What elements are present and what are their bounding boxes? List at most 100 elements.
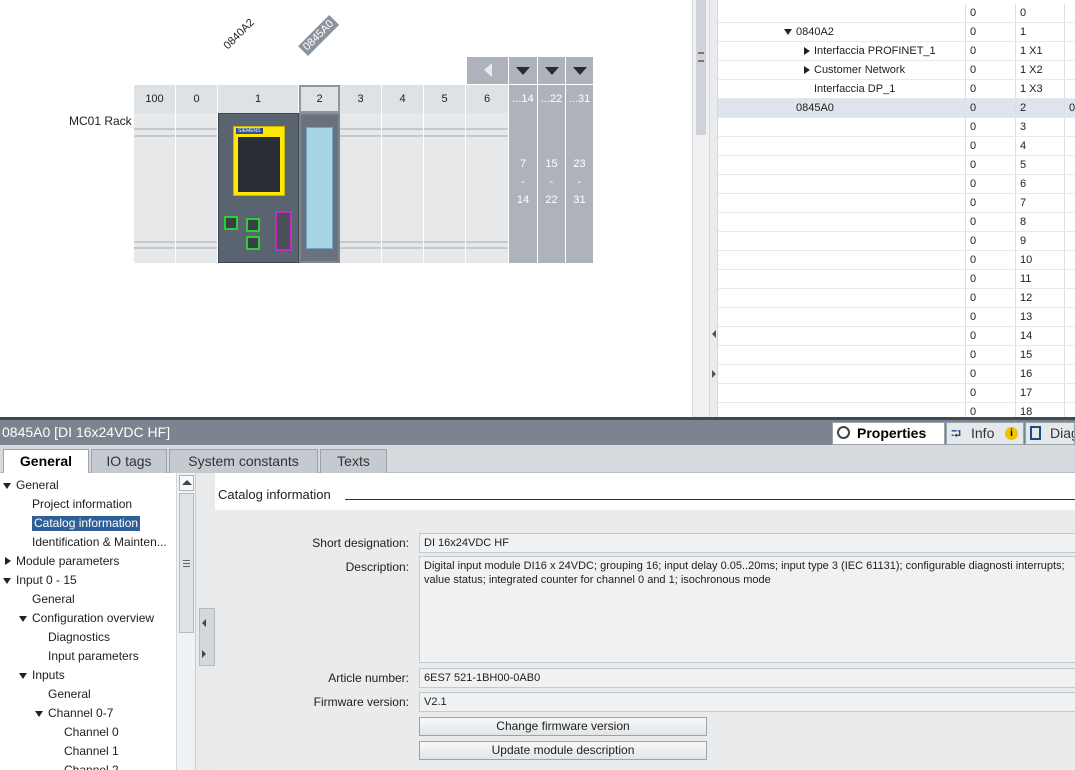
overview-row[interactable]: 0 18 (718, 403, 1075, 417)
overview-row[interactable]: 0 17 (718, 384, 1075, 403)
tree-item[interactable]: Inputs (32, 666, 65, 685)
scrollbar-thumb[interactable] (696, 0, 706, 135)
magnifier-icon (837, 426, 850, 439)
tree-item[interactable]: General (32, 590, 75, 609)
caret-down-icon[interactable] (19, 673, 27, 679)
tree-item[interactable]: Diagnostics (48, 628, 110, 647)
tree-item[interactable]: Input 0 - 15 (16, 571, 77, 590)
overview-row[interactable]: Interfaccia PROFINET_1 0 1 X1 (718, 42, 1075, 61)
panel-divider[interactable] (195, 473, 215, 770)
expand-right-icon[interactable] (712, 370, 716, 378)
vertical-splitter[interactable] (692, 0, 710, 417)
slot-group-23-31[interactable]: 23-31 (566, 113, 594, 263)
caret-right-icon[interactable] (804, 47, 810, 55)
overview-row[interactable]: Interfaccia DP_1 0 1 X3 (718, 80, 1075, 99)
overview-row[interactable]: Customer Network 0 1 X2 (718, 61, 1075, 80)
overview-row[interactable]: 0845A0 0 2 0 (718, 99, 1075, 118)
slot-header-4[interactable]: 4 (382, 85, 424, 113)
overview-row[interactable]: 0840A2 0 1 (718, 23, 1075, 42)
tree-item[interactable]: Channel 0 (64, 723, 119, 742)
slot-header-1[interactable]: 1 (218, 85, 299, 113)
overview-row[interactable]: 0 14 (718, 327, 1075, 346)
expand-slot-7-14[interactable] (509, 57, 538, 84)
caret-down-icon[interactable] (3, 483, 11, 489)
slot-header-group-2[interactable]: ...22 (538, 85, 566, 113)
caret-down-icon[interactable] (784, 29, 792, 35)
rack-slot-5[interactable] (424, 113, 466, 263)
tree-scrollbar[interactable] (176, 473, 195, 770)
overview-row[interactable]: 09 (718, 232, 1075, 251)
slot-header-100[interactable]: 100 (134, 85, 176, 113)
tree-item[interactable]: General (16, 476, 59, 495)
slot-group-15-22[interactable]: 15-22 (538, 113, 566, 263)
firmware-version-field[interactable]: V2.1 (419, 692, 1075, 712)
tab-io-tags[interactable]: IO tags (91, 449, 167, 473)
overview-row[interactable]: 0 13 (718, 308, 1075, 327)
overview-row[interactable]: 0 12 (718, 289, 1075, 308)
rack-slot-3[interactable] (340, 113, 382, 263)
overview-row[interactable]: 03 (718, 118, 1075, 137)
update-module-description-button[interactable]: Update module description (419, 741, 707, 760)
module-label-cpu[interactable]: 0840A2 (222, 17, 257, 52)
overview-row[interactable]: 04 (718, 137, 1075, 156)
overview-row[interactable]: 0 11 (718, 270, 1075, 289)
change-firmware-button[interactable]: Change firmware version (419, 717, 707, 736)
collapse-left-icon[interactable] (712, 330, 716, 338)
tree-item[interactable]: Channel 1 (64, 742, 119, 761)
tree-item[interactable]: Input parameters (48, 647, 139, 666)
tree-item[interactable]: Catalog information (32, 516, 141, 531)
tree-item[interactable]: Project information (32, 495, 132, 514)
scroll-left-arrow[interactable] (467, 57, 509, 84)
caret-down-icon[interactable] (35, 711, 43, 717)
tab-texts[interactable]: Texts (320, 449, 387, 473)
tree-item[interactable]: Channel 2 (64, 761, 119, 770)
rack-slot-0[interactable] (176, 113, 218, 263)
di-module-selected[interactable] (299, 113, 340, 263)
tab-general[interactable]: General (3, 449, 89, 474)
slot-header-3[interactable]: 3 (340, 85, 382, 113)
tree-item[interactable]: Configuration overview (32, 609, 154, 628)
expand-slot-23-31[interactable] (566, 57, 594, 84)
scroll-up-button[interactable] (179, 475, 194, 491)
diagnostics-tab[interactable]: Diag (1025, 422, 1075, 445)
cpu-module[interactable]: SIEMENS (218, 113, 299, 263)
slot-group-7-14[interactable]: 7-14 (509, 113, 538, 263)
short-designation-field[interactable]: DI 16x24VDC HF (419, 533, 1075, 553)
slot-header-group-1[interactable]: ...14 (509, 85, 538, 113)
navigation-tree[interactable]: General Project information Catalog inform… (0, 473, 176, 770)
module-label-selected[interactable]: 0845A0 (298, 15, 340, 56)
article-number-field[interactable]: 6ES7 521-1BH00-0AB0 (419, 668, 1075, 688)
caret-right-icon[interactable] (804, 66, 810, 74)
rack-slot-6[interactable] (466, 113, 509, 263)
expand-slot-15-22[interactable] (538, 57, 566, 84)
slot-header-group-3[interactable]: ...31 (566, 85, 594, 113)
slot-header-0[interactable]: 0 (176, 85, 218, 113)
tree-item[interactable]: Module parameters (16, 552, 119, 571)
properties-tab[interactable]: Properties (832, 422, 945, 445)
overview-row[interactable]: 0 15 (718, 346, 1075, 365)
overview-row[interactable]: 08 (718, 213, 1075, 232)
caret-down-icon[interactable] (3, 578, 11, 584)
caret-right-icon[interactable] (5, 557, 11, 565)
overview-row[interactable]: 00 (718, 4, 1075, 23)
overview-row[interactable]: 07 (718, 194, 1075, 213)
device-overview-table[interactable]: 0 0 0840A2 0 1 Interfaccia PROFINET_1 0 1 X1 Cus… (710, 0, 1075, 417)
slot-header-2[interactable]: 2 (299, 85, 340, 113)
caret-down-icon[interactable] (19, 616, 27, 622)
slot-header-6[interactable]: 6 (466, 85, 509, 113)
rack-slot-100[interactable] (134, 113, 176, 263)
device-view-canvas[interactable]: 0840A2 0845A0 100 0 1 2 3 4 5 6 ...14 ..… (0, 0, 692, 417)
rack-slot-4[interactable] (382, 113, 424, 263)
overview-row[interactable]: 06 (718, 175, 1075, 194)
info-tab[interactable]: ⮒ Info i (946, 422, 1024, 445)
tree-item[interactable]: Channel 0-7 (48, 704, 113, 723)
tree-item[interactable]: General (48, 685, 91, 704)
overview-row[interactable]: 05 (718, 156, 1075, 175)
overview-row[interactable]: 0 10 (718, 251, 1075, 270)
tab-system-constants[interactable]: System constants (169, 449, 318, 473)
scrollbar-thumb[interactable] (179, 493, 194, 633)
overview-row[interactable]: 0 16 (718, 365, 1075, 384)
slot-header-5[interactable]: 5 (424, 85, 466, 113)
description-field[interactable]: Digital input module DI16 x 24VDC; group… (419, 556, 1075, 663)
tree-item[interactable]: Identification & Mainten... (32, 533, 167, 552)
